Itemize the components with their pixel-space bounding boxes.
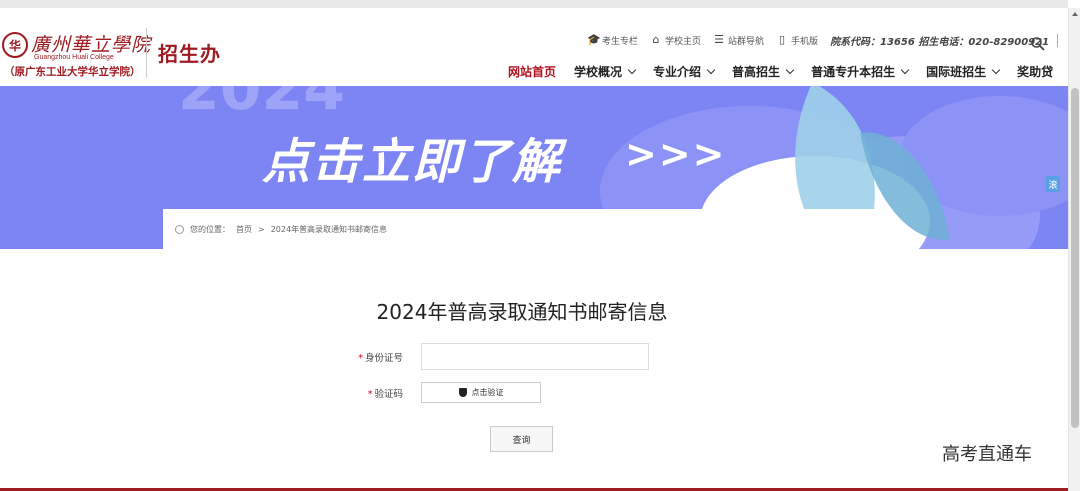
toplink-label: 站群导航	[728, 36, 765, 47]
chevron-down-icon	[991, 65, 1001, 74]
admissions-office-title: 招生办	[158, 42, 221, 66]
toplink-school-home[interactable]: ⌂ 学校主页	[650, 33, 702, 47]
breadcrumb-home-link[interactable]: 首页	[236, 224, 252, 235]
nav-label: 普通专升本招生	[811, 65, 896, 79]
phone-icon: ▯	[779, 33, 786, 46]
nav-home[interactable]: 网站首页	[508, 63, 556, 80]
logo-divider	[146, 28, 147, 78]
toplink-site-nav[interactable]: ☰ 站群导航	[713, 34, 764, 47]
watermark: 高考直通车	[942, 444, 1032, 465]
breadcrumb-separator: >	[258, 225, 265, 234]
nav-label: 普高招生	[732, 65, 781, 79]
breadcrumb-current: 2024年普高录取通知书邮寄信息	[270, 225, 388, 234]
chevron-down-icon	[785, 65, 795, 74]
chevron-down-icon	[627, 65, 637, 74]
search-icon	[1031, 37, 1045, 51]
location-icon	[175, 225, 184, 234]
divider	[1057, 33, 1059, 47]
id-number-label: * 身份证号	[323, 350, 403, 364]
logo-chinese-name: 廣州華立學院	[31, 34, 152, 56]
shield-icon	[458, 388, 467, 397]
required-mark: *	[367, 388, 373, 400]
nav-school-overview[interactable]: 学校概况	[574, 63, 637, 80]
side-float-tab[interactable]: 滚	[1046, 176, 1060, 192]
nav-label: 网站首页	[508, 65, 557, 79]
page-title: 2024年普高录取通知书邮寄信息	[376, 300, 668, 324]
toplink-label: 手机版	[791, 36, 819, 47]
list-icon: ☰	[714, 33, 724, 46]
captcha-label-text: 验证码	[374, 388, 403, 400]
college-seal-icon: 华	[2, 32, 28, 58]
banner-cta-text: 点击立即了解	[262, 134, 563, 190]
search-button[interactable]	[1030, 36, 1046, 52]
nav-label: 国际班招生	[926, 65, 987, 79]
breadcrumb: 您的位置： 首页 > 2024年普高录取通知书邮寄信息	[163, 209, 881, 250]
banner-faded-text: 2024	[178, 86, 345, 124]
nav-financial-aid[interactable]: 奖助贷	[1017, 63, 1053, 80]
breadcrumb-prefix: 您的位置：	[190, 225, 230, 234]
required-mark: *	[358, 352, 363, 364]
contact-info: 院系代码：13656 招生电话：020-82900921	[830, 36, 1050, 48]
captcha-button-label: 点击验证	[471, 388, 504, 397]
toplink-label: 考生专栏	[602, 36, 639, 47]
nav-upgrade-admission[interactable]: 普通专升本招生	[811, 63, 910, 80]
chevron-down-icon	[706, 65, 716, 74]
toplink-label: 学校主页	[665, 36, 702, 47]
toplink-student-column[interactable]: 🎓 考生专栏	[587, 34, 638, 47]
top-links-bar: 🎓 考生专栏 ⌂ 学校主页 ☰ 站群导航 ▯ 手机版 院系代码：13656 招生…	[587, 31, 1068, 49]
nav-label: 专业介绍	[653, 65, 702, 79]
scroll-up-arrow-icon[interactable]	[1072, 12, 1078, 16]
home-icon: ⌂	[652, 33, 660, 46]
scrollbar[interactable]	[1068, 8, 1080, 491]
id-number-label-text: 身份证号	[364, 352, 403, 364]
nav-label: 奖助贷	[1017, 65, 1054, 79]
logo-english-name: Guangzhou Huali College	[34, 54, 114, 61]
captcha-label: * 验证码	[323, 386, 403, 400]
query-button[interactable]: 查询	[490, 426, 553, 452]
captcha-verify-button[interactable]: 点击验证	[421, 382, 541, 403]
toplink-mobile[interactable]: ▯ 手机版	[776, 34, 818, 47]
id-number-row: * 身份证号	[323, 343, 649, 370]
nav-general-admission[interactable]: 普高招生	[732, 63, 795, 80]
chevron-down-icon	[900, 65, 910, 74]
logo-subtitle: （原广东工业大学华立学院）	[4, 66, 141, 78]
site-header: 华 廣州華立學院 Guangzhou Huali College （原广东工业大…	[0, 0, 1068, 86]
nav-label: 学校概况	[574, 65, 623, 79]
scrollbar-thumb[interactable]	[1071, 88, 1079, 428]
graduation-cap-icon: 🎓	[587, 33, 601, 46]
nav-majors[interactable]: 专业介绍	[653, 63, 716, 80]
nav-international-admission[interactable]: 国际班招生	[926, 63, 1001, 80]
banner-arrows: >>>	[625, 132, 727, 176]
main-nav: 网站首页 学校概况 专业介绍 普高招生 普通专升本招生 国际班招生 奖助贷	[508, 63, 1053, 80]
college-logo[interactable]: 华 廣州華立學院 Guangzhou Huali College （原广东工业大…	[0, 18, 150, 78]
id-number-input[interactable]	[421, 343, 649, 370]
captcha-row: * 验证码 点击验证	[323, 382, 541, 403]
page: 华 廣州華立學院 Guangzhou Huali College （原广东工业大…	[0, 0, 1080, 491]
